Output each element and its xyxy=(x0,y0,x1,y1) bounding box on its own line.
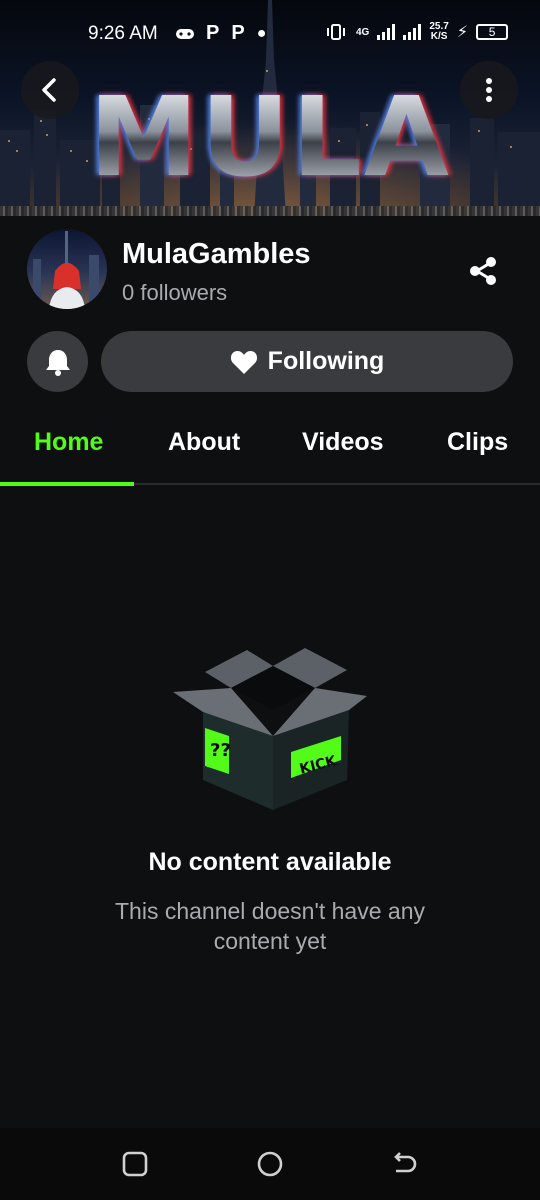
status-system-icons: 4G 25.7 K/S ⚡ 5 xyxy=(324,22,509,42)
banner-title: MULA xyxy=(0,82,540,192)
system-navigation-bar xyxy=(0,1128,540,1200)
bell-icon xyxy=(45,349,70,376)
status-notification-icons: P P ● xyxy=(176,22,266,45)
svg-text:??: ?? xyxy=(210,740,231,761)
back-arrow-icon xyxy=(394,1152,417,1173)
following-button[interactable]: Following xyxy=(101,331,513,392)
following-label: Following xyxy=(267,347,385,375)
heart-icon xyxy=(230,350,257,374)
empty-state-title: No content available xyxy=(148,848,392,876)
channel-avatar[interactable] xyxy=(27,229,107,309)
tab-home[interactable]: Home xyxy=(34,428,103,457)
notification-bell-button[interactable] xyxy=(27,331,88,392)
more-options-button[interactable] xyxy=(460,61,518,119)
charging-icon: ⚡ xyxy=(456,24,469,41)
signal-icon xyxy=(377,24,396,40)
back-button[interactable] xyxy=(21,61,79,119)
channel-tabs: Home About Videos Clips xyxy=(0,412,540,486)
gamepad-icon xyxy=(176,28,194,39)
open-box-icon: ?? KICK xyxy=(173,648,367,810)
recents-icon xyxy=(122,1151,148,1177)
follower-count: 0 followers xyxy=(122,280,228,305)
home-button[interactable] xyxy=(254,1148,286,1180)
signal-icon-2 xyxy=(403,24,422,40)
net-speed: 25.7 K/S xyxy=(429,22,448,42)
dot-icon: ● xyxy=(256,24,267,42)
tab-videos[interactable]: Videos xyxy=(302,428,384,457)
avatar-image xyxy=(33,231,99,309)
battery-icon: 5 xyxy=(476,24,509,40)
share-icon xyxy=(470,257,496,285)
active-tab-indicator xyxy=(0,482,134,486)
tab-clips[interactable]: Clips xyxy=(447,428,508,457)
banner-strip xyxy=(0,206,540,216)
vibrate-icon xyxy=(327,24,345,40)
recents-button[interactable] xyxy=(119,1148,151,1180)
net-speed-unit: K/S xyxy=(430,31,448,42)
empty-box-illustration: ?? KICK xyxy=(165,640,375,815)
back-nav-button[interactable] xyxy=(388,1148,420,1180)
status-bar: 9:26 AM P P ● 4G 25.7 K/S ⚡ 5 xyxy=(0,0,540,66)
home-circle-icon xyxy=(257,1151,283,1177)
network-type: 4G xyxy=(356,26,370,38)
p-app-icon-2: P xyxy=(231,22,245,44)
status-time: 9:26 AM xyxy=(88,23,158,44)
empty-state-description: This channel doesn't have any content ye… xyxy=(115,898,425,954)
chevron-left-icon xyxy=(42,78,56,102)
share-button[interactable] xyxy=(464,252,502,290)
tab-about[interactable]: About xyxy=(168,428,240,457)
more-vertical-icon xyxy=(486,78,492,102)
channel-name: MulaGambles xyxy=(122,238,311,270)
p-app-icon: P xyxy=(206,22,220,44)
